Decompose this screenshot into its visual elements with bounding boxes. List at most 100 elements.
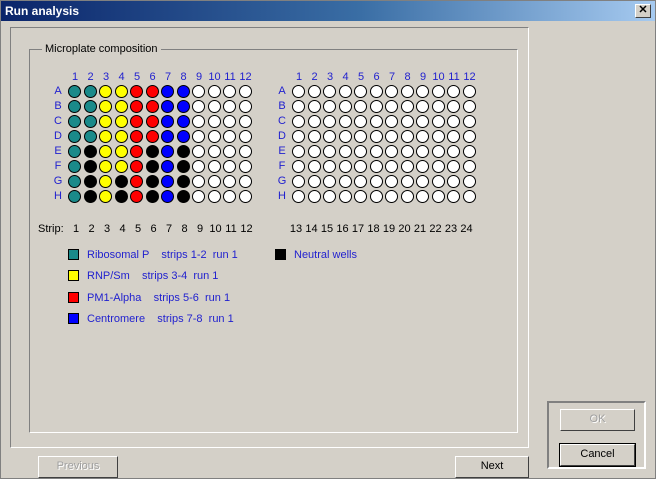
well bbox=[385, 190, 398, 203]
row-label: E bbox=[54, 145, 62, 157]
well bbox=[83, 100, 97, 113]
well bbox=[416, 190, 429, 203]
well bbox=[431, 130, 445, 143]
well bbox=[223, 160, 236, 173]
well bbox=[161, 100, 174, 113]
column-label: 11 bbox=[448, 71, 460, 83]
strip-number: 11 bbox=[225, 223, 237, 235]
well bbox=[292, 190, 305, 203]
title-bar[interactable]: Run analysis ✕ bbox=[1, 1, 655, 21]
well bbox=[145, 130, 159, 143]
row-label: C bbox=[54, 115, 62, 127]
well bbox=[83, 190, 97, 203]
well bbox=[338, 145, 352, 158]
well bbox=[385, 85, 398, 98]
well bbox=[338, 100, 352, 113]
well bbox=[192, 145, 205, 158]
well bbox=[416, 145, 429, 158]
well bbox=[307, 175, 321, 188]
previous-button[interactable]: Previous bbox=[38, 456, 118, 478]
legend-label: Centromere strips 7-8 run 1 bbox=[87, 313, 234, 325]
column-label: 4 bbox=[342, 71, 349, 83]
well bbox=[369, 175, 383, 188]
well bbox=[447, 100, 460, 113]
close-button[interactable]: ✕ bbox=[635, 4, 651, 18]
well bbox=[447, 145, 460, 158]
well bbox=[114, 190, 128, 203]
well bbox=[192, 115, 205, 128]
well bbox=[68, 115, 81, 128]
well bbox=[307, 130, 321, 143]
well bbox=[354, 85, 367, 98]
strip-number: 7 bbox=[165, 223, 173, 235]
well bbox=[369, 100, 383, 113]
well bbox=[354, 145, 367, 158]
well bbox=[238, 175, 252, 188]
row-label: G bbox=[53, 175, 63, 187]
well bbox=[145, 85, 159, 98]
legend-label: PM1-Alpha strips 5-6 run 1 bbox=[87, 292, 231, 304]
well bbox=[431, 85, 445, 98]
well bbox=[354, 115, 367, 128]
column-label: 6 bbox=[149, 71, 156, 83]
column-label: 8 bbox=[180, 71, 187, 83]
well bbox=[338, 190, 352, 203]
well bbox=[114, 175, 128, 188]
well bbox=[223, 145, 236, 158]
column-label: 7 bbox=[388, 71, 396, 83]
well bbox=[130, 85, 143, 98]
well bbox=[292, 160, 305, 173]
strip-number: 20 bbox=[398, 223, 411, 235]
well bbox=[238, 160, 252, 173]
next-button[interactable]: Next bbox=[455, 456, 529, 478]
well bbox=[369, 130, 383, 143]
well bbox=[400, 130, 414, 143]
well bbox=[338, 85, 352, 98]
well bbox=[114, 160, 128, 173]
well bbox=[385, 160, 398, 173]
well bbox=[447, 130, 460, 143]
well bbox=[176, 160, 190, 173]
well bbox=[447, 115, 460, 128]
well bbox=[83, 85, 97, 98]
strip-number: 5 bbox=[134, 223, 142, 235]
well bbox=[68, 190, 81, 203]
row-label: C bbox=[278, 115, 286, 127]
well bbox=[114, 115, 128, 128]
column-label: 9 bbox=[419, 71, 427, 83]
well bbox=[238, 130, 252, 143]
well bbox=[431, 145, 445, 158]
well bbox=[192, 130, 205, 143]
well bbox=[68, 85, 81, 98]
column-label: 7 bbox=[164, 71, 172, 83]
well bbox=[369, 85, 383, 98]
well bbox=[307, 85, 321, 98]
well bbox=[145, 160, 159, 173]
well bbox=[99, 160, 112, 173]
well bbox=[130, 130, 143, 143]
well bbox=[145, 190, 159, 203]
well bbox=[207, 175, 221, 188]
well bbox=[416, 130, 429, 143]
group-label: Microplate composition bbox=[42, 42, 161, 56]
well bbox=[416, 160, 429, 173]
column-label: 3 bbox=[326, 71, 334, 83]
well bbox=[130, 160, 143, 173]
well bbox=[385, 145, 398, 158]
well bbox=[307, 145, 321, 158]
well bbox=[400, 190, 414, 203]
well bbox=[369, 160, 383, 173]
well bbox=[447, 175, 460, 188]
well bbox=[369, 115, 383, 128]
strip-number: 16 bbox=[336, 223, 349, 235]
well bbox=[145, 145, 159, 158]
ok-button[interactable]: OK bbox=[560, 409, 635, 431]
well bbox=[400, 145, 414, 158]
strip-number: 18 bbox=[367, 223, 380, 235]
well bbox=[354, 130, 367, 143]
run-analysis-dialog: Run analysis ✕ Microplate composition 12… bbox=[0, 0, 656, 479]
well bbox=[323, 100, 336, 113]
well bbox=[431, 100, 445, 113]
well bbox=[68, 160, 81, 173]
cancel-button[interactable]: Cancel bbox=[559, 443, 636, 467]
